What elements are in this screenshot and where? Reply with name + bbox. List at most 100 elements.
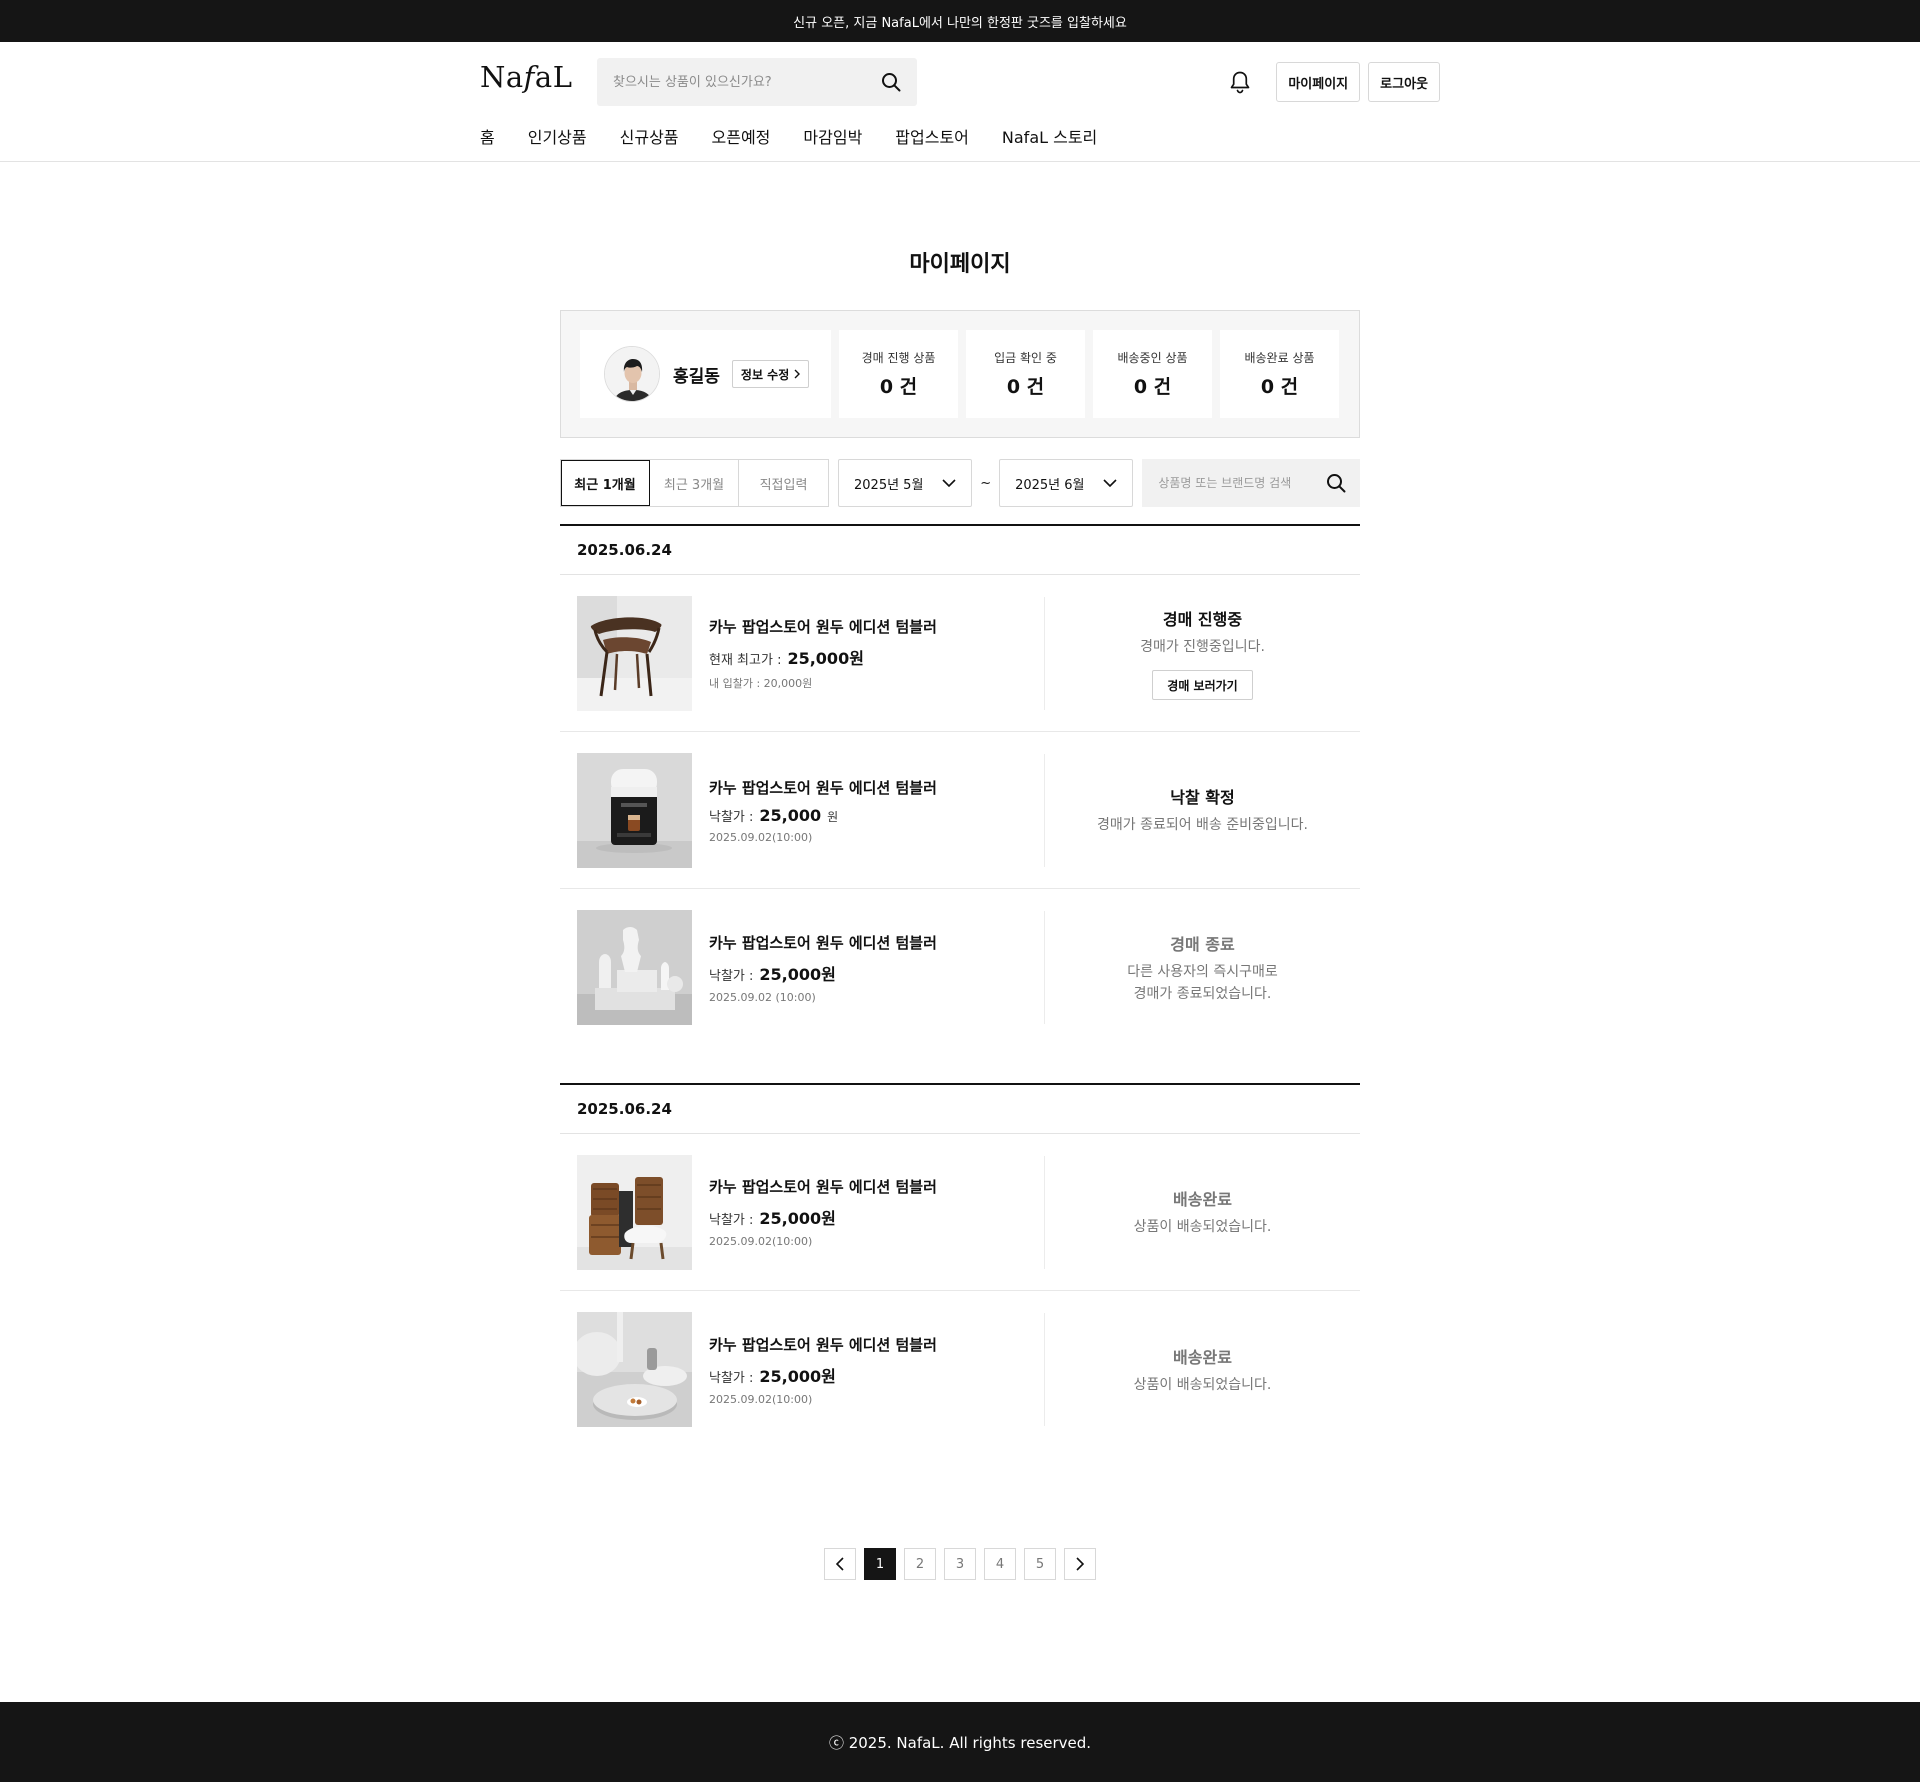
start-month-dropdown[interactable]: 2025년 5월 bbox=[838, 459, 973, 507]
product-name[interactable]: 카누 팝업스토어 원두 에디션 텀블러 bbox=[709, 616, 1044, 637]
header-search bbox=[597, 58, 917, 106]
stat-shipping[interactable]: 배송중인 상품 0 건 bbox=[1093, 330, 1212, 418]
filter-bar: 최근 1개월 최근 3개월 직접입력 2025년 5월 ~ 2025년 6월 bbox=[560, 459, 1360, 507]
site-footer: ⓒ 2025. NafaL. All rights reserved. bbox=[0, 1702, 1920, 1782]
status-description: 상품이 배송되었습니다. bbox=[1133, 1219, 1272, 1235]
main-nav: 홈 인기상품 신규상품 오픈예정 마감임박 팝업스토어 NafaL 스토리 bbox=[480, 124, 1097, 148]
page-title: 마이페이지 bbox=[909, 252, 1011, 277]
group-date: 2025.06.24 bbox=[560, 1085, 1360, 1134]
range-separator: ~ bbox=[980, 475, 992, 491]
win-datetime: 2025.09.02(10:00) bbox=[709, 830, 813, 844]
stat-delivered[interactable]: 배송완료 상품 0 건 bbox=[1220, 330, 1339, 418]
logo[interactable]: NafaL bbox=[480, 60, 572, 94]
logout-button[interactable]: 로그아웃 bbox=[1368, 62, 1440, 102]
search-input[interactable] bbox=[613, 74, 881, 90]
order-item: 카누 팝업스토어 원두 에디션 텀블러 낙찰가 : 25,000원 2025.0… bbox=[560, 1291, 1360, 1448]
period-tabs: 최근 1개월 최근 3개월 직접입력 bbox=[560, 459, 829, 507]
price-row: 낙찰가 : 25,000 원 bbox=[709, 806, 1044, 825]
copyright: ⓒ 2025. NafaL. All rights reserved. bbox=[828, 1733, 1092, 1752]
nav-closing-soon[interactable]: 마감임박 bbox=[803, 124, 862, 148]
notification-button[interactable] bbox=[1220, 62, 1260, 102]
page-3[interactable]: 3 bbox=[944, 1548, 976, 1580]
order-group: 2025.06.24 카누 팝업스토어 원두 에디션 텀블러 낙찰가: 25,… bbox=[560, 1083, 1360, 1448]
nav-story[interactable]: NafaL 스토리 bbox=[1002, 124, 1097, 148]
order-search-button[interactable] bbox=[1326, 473, 1346, 493]
price-label: 현재 최고가 : bbox=[709, 652, 782, 668]
product-image-living-room[interactable] bbox=[577, 1312, 692, 1427]
search-button[interactable] bbox=[881, 72, 901, 92]
order-item: 카누 팝업스토어 원두 에디션 텀블러 낙찰가 : 25,000원 2025.0… bbox=[560, 1134, 1360, 1291]
avatar bbox=[604, 346, 660, 402]
pagination: 1 2 3 4 5 bbox=[560, 1548, 1360, 1580]
product-name[interactable]: 카누 팝업스토어 원두 에디션 텀블러 bbox=[709, 932, 1044, 953]
status-description: 경매가 종료되어 배송 준비중입니다. bbox=[1097, 817, 1308, 833]
bell-icon bbox=[1230, 71, 1250, 94]
product-image-baskets[interactable] bbox=[577, 1154, 692, 1270]
product-image-vases[interactable] bbox=[577, 910, 692, 1025]
chevron-down-icon bbox=[942, 479, 956, 487]
mypage-button[interactable]: 마이페이지 bbox=[1276, 62, 1361, 102]
order-item: 카누 팝업스토어 원두 에디션 텀블러 현재 최고가 : 25,000원 내 입… bbox=[560, 575, 1360, 732]
chevron-right-icon bbox=[1076, 1557, 1084, 1571]
price-row: 낙찰가 : 25,000원 bbox=[709, 1363, 1044, 1387]
price-value: 25,000 bbox=[759, 805, 822, 825]
prev-page-button[interactable] bbox=[824, 1548, 856, 1580]
nav-popup-store[interactable]: 팝업스토어 bbox=[895, 124, 969, 148]
chevron-right-icon bbox=[794, 369, 801, 379]
price-value: 25,000원 bbox=[759, 964, 836, 984]
order-item: 카누 팝업스토어 원두 에디션 텀블러 낙찰가 : 25,000원 2025.0… bbox=[560, 889, 1360, 1046]
announcement-text: 신규 오픈, 지금 NafaL에서 나만의 한정판 굿즈를 입찰하세요 bbox=[793, 15, 1127, 31]
order-info: 카누 팝업스토어 원두 에디션 텀블러 낙찰가 : 25,000원 2025.0… bbox=[692, 1176, 1044, 1248]
order-status: 배송완료 상품이 배송되었습니다. bbox=[1045, 1344, 1360, 1396]
nav-new[interactable]: 신규상품 bbox=[620, 124, 679, 148]
price-value: 25,000원 bbox=[759, 1366, 836, 1386]
price-row: 낙찰가 : 25,000원 bbox=[709, 1205, 1044, 1229]
price-label: 낙찰가 : bbox=[709, 1370, 754, 1386]
summary-panel: 홍길동 정보 수정 경매 진행 상품 0 건 입금 확인 중 0 건 배송중인 … bbox=[560, 310, 1360, 438]
view-auction-button[interactable]: 경매 보러가기 bbox=[1152, 670, 1253, 700]
nav-home[interactable]: 홈 bbox=[480, 124, 495, 148]
stat-auction-in-progress[interactable]: 경매 진행 상품 0 건 bbox=[839, 330, 958, 418]
next-page-button[interactable] bbox=[1064, 1548, 1096, 1580]
product-name[interactable]: 카누 팝업스토어 원두 에디션 텀블러 bbox=[709, 1176, 1044, 1197]
status-title: 배송완료 bbox=[1173, 1190, 1232, 1209]
nav-popular[interactable]: 인기상품 bbox=[528, 124, 587, 148]
product-name[interactable]: 카누 팝업스토어 원두 에디션 텀블러 bbox=[709, 777, 1044, 798]
price-label: 낙찰가 : bbox=[709, 1213, 754, 1228]
win-datetime: 2025.09.02(10:00) bbox=[709, 1235, 813, 1248]
search-icon bbox=[1327, 474, 1346, 493]
period-1-month[interactable]: 최근 1개월 bbox=[561, 460, 650, 506]
edit-profile-button[interactable]: 정보 수정 bbox=[731, 360, 810, 388]
order-info: 카누 팝업스토어 원두 에디션 텀블러 낙찰가 : 25,000원 2025.0… bbox=[692, 932, 1044, 1004]
product-name[interactable]: 카누 팝업스토어 원두 에디션 텀블러 bbox=[709, 1334, 1044, 1355]
win-datetime: 2025.09.02 (10:00) bbox=[709, 990, 816, 1004]
page-1[interactable]: 1 bbox=[864, 1548, 896, 1580]
announcement-bar: 신규 오픈, 지금 NafaL에서 나만의 한정판 굿즈를 입찰하세요 bbox=[0, 0, 1920, 42]
nav-upcoming[interactable]: 오픈예정 bbox=[712, 124, 771, 148]
page-2[interactable]: 2 bbox=[904, 1548, 936, 1580]
status-title: 낙찰 확정 bbox=[1170, 788, 1235, 807]
period-custom[interactable]: 직접입력 bbox=[739, 460, 828, 506]
profile-card: 홍길동 정보 수정 bbox=[580, 330, 831, 418]
period-3-months[interactable]: 최근 3개월 bbox=[650, 460, 739, 506]
page-5[interactable]: 5 bbox=[1024, 1548, 1056, 1580]
end-month-dropdown[interactable]: 2025년 6월 bbox=[999, 459, 1134, 507]
price-row: 낙찰가 : 25,000원 bbox=[709, 961, 1044, 985]
status-description: 경매가 진행중입니다. bbox=[1140, 639, 1265, 655]
product-image-chair[interactable] bbox=[577, 595, 692, 711]
site-header: NafaL 마이페이지 로그아웃 홈 인기상품 신규상품 오픈예정 마감임박 팝… bbox=[0, 42, 1920, 162]
order-group: 2025.06.24 카누 팝업스토어 원두 에디션 텀블러 현재 최고가: … bbox=[560, 524, 1360, 1046]
price-row: 현재 최고가 : 25,000원 bbox=[709, 645, 1044, 669]
order-info: 카누 팝업스토어 원두 에디션 텀블러 현재 최고가 : 25,000원 내 입… bbox=[692, 616, 1044, 691]
search-icon bbox=[882, 73, 901, 92]
product-image-coffee-machine[interactable] bbox=[577, 752, 692, 868]
order-item: 카누 팝업스토어 원두 에디션 텀블러 낙찰가 : 25,000 원 2025.… bbox=[560, 732, 1360, 889]
price-label: 낙찰가 : bbox=[709, 968, 754, 984]
status-description: 상품이 배송되었습니다. bbox=[1133, 1376, 1272, 1393]
order-search-input[interactable] bbox=[1158, 476, 1326, 490]
price-value: 25,000원 bbox=[787, 648, 864, 668]
stat-payment-checking[interactable]: 입금 확인 중 0 건 bbox=[966, 330, 1085, 418]
price-value: 25,000원 bbox=[759, 1209, 836, 1228]
page-4[interactable]: 4 bbox=[984, 1548, 1016, 1580]
edit-profile-label: 정보 수정 bbox=[740, 367, 790, 382]
